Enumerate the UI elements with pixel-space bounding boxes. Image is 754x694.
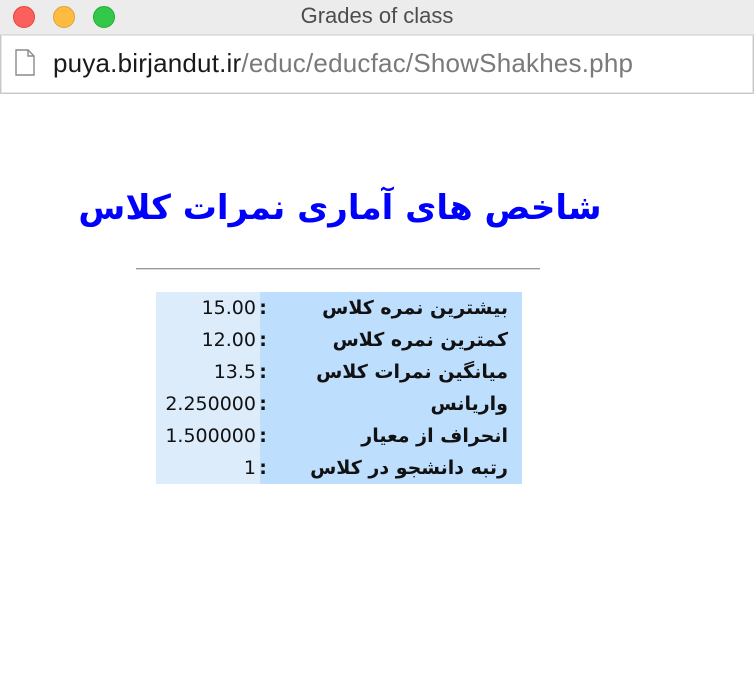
stats-row: 2.250000: واریانس — [156, 388, 522, 420]
stat-label: بیشترین نمره کلاس — [322, 297, 508, 319]
stat-separator: : — [259, 297, 267, 319]
stat-separator: : — [259, 393, 267, 415]
stats-row: 12.00: کمترین نمره کلاس — [156, 324, 522, 356]
stat-label: رتبه دانشجو در کلاس — [310, 457, 508, 479]
stat-label: انحراف از معیار — [361, 425, 508, 447]
url-path: /educ/educfac/ShowShakhes.php — [241, 48, 634, 78]
stat-value: 13.5 — [213, 361, 256, 383]
stats-row: 1.500000: انحراف از معیار — [156, 420, 522, 452]
document-icon — [15, 49, 35, 76]
stat-label: کمترین نمره کلاس — [332, 329, 508, 351]
stat-value: 12.00 — [201, 329, 256, 351]
stat-value: 15.00 — [201, 297, 256, 319]
page-heading: شاخص های آماری نمرات کلاس — [78, 188, 602, 228]
address-bar[interactable]: puya.birjandut.ir/educ/educfac/ShowShakh… — [0, 35, 754, 94]
stats-row: 13.5: میانگین نمرات کلاس — [156, 356, 522, 388]
stat-separator: : — [259, 329, 267, 351]
title-bar: Grades of class — [0, 0, 754, 35]
stat-label: میانگین نمرات کلاس — [316, 361, 508, 383]
url-text[interactable]: puya.birjandut.ir/educ/educfac/ShowShakh… — [53, 48, 633, 79]
stats-row: 15.00: بیشترین نمره کلاس — [156, 292, 522, 324]
stat-separator: : — [259, 425, 267, 447]
window-title: Grades of class — [300, 3, 454, 28]
url-host: puya.birjandut.ir — [53, 48, 242, 78]
stat-value: 2.250000 — [165, 393, 256, 415]
browser-window: Grades of class puya.birjandut.ir/educ/e… — [0, 0, 754, 694]
stat-value: 1.500000 — [165, 425, 256, 447]
stat-value: 1 — [243, 457, 256, 479]
stats-row: 1: رتبه دانشجو در کلاس — [156, 452, 522, 484]
stat-separator: : — [259, 457, 267, 479]
horizontal-rule — [136, 268, 540, 270]
stat-separator: : — [259, 361, 267, 383]
stats-table: 15.00: بیشترین نمره کلاس 12.00: کمترین نمره… — [156, 292, 522, 484]
stat-label: واریانس — [430, 393, 508, 415]
